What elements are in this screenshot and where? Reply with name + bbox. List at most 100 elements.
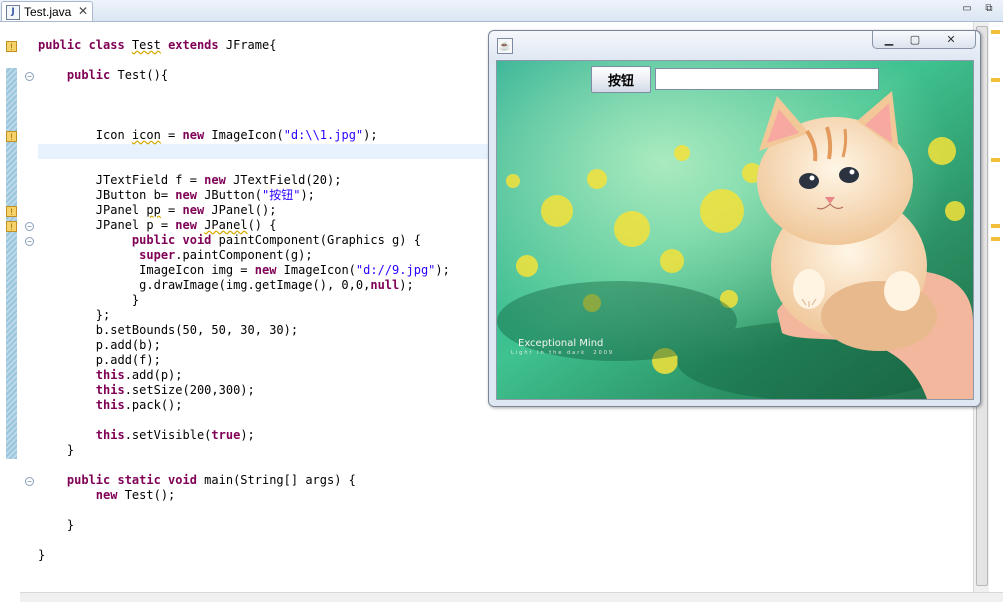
warning-marker-icon[interactable]: ! [6,221,17,232]
code-line[interactable]: JPanel pp = new JPanel(); [38,203,450,218]
code-line[interactable] [38,98,450,113]
code-line[interactable]: this.setSize(200,300); [38,383,450,398]
code-line[interactable]: } [38,548,450,563]
code-token: this [95,383,125,397]
swing-window[interactable]: ☕ ▁ ▢ ✕ 按钮 Exceptional Mind Light in the… [488,30,981,407]
code-line[interactable]: g.drawImage(img.getImage(), 0,0,null); [38,278,450,293]
code-token: Icon [38,128,132,142]
minimize-editor-icon[interactable]: ▭ [960,3,974,15]
code-token: super [139,248,176,262]
fold-collapse-icon[interactable]: − [25,237,34,246]
code-line[interactable]: super.paintComponent(g); [38,248,450,263]
overview-ruler [989,22,1003,592]
code-token: new [254,263,277,277]
warning-marker-icon[interactable]: ! [6,206,17,217]
java-app-icon[interactable]: ☕ [497,38,513,54]
code-token: .setVisible( [124,428,212,442]
code-token: ); [435,263,450,277]
fold-collapse-icon[interactable]: − [25,222,34,231]
code-token: Test [131,38,161,52]
close-tab-icon[interactable]: ✕ [78,4,88,18]
code-token: } [38,518,75,532]
code-line[interactable] [38,113,450,128]
jtextfield[interactable] [655,68,879,90]
image-panel: 按钮 Exceptional Mind Light in the dark 20… [496,60,974,400]
code-line[interactable]: this.pack(); [38,398,450,413]
code-line[interactable]: JPanel p = new JPanel() { [38,218,450,233]
code-line[interactable]: b.setBounds(50, 50, 30, 30); [38,323,450,338]
fold-collapse-icon[interactable]: − [25,477,34,486]
code-line[interactable]: public static void main(String[] args) { [38,473,450,488]
code-line[interactable]: public void paintComponent(Graphics g) { [38,233,450,248]
maximize-editor-icon[interactable]: ⧉ [982,3,996,15]
code-token: public class [38,38,132,52]
fold-collapse-icon[interactable]: − [25,72,34,81]
code-line[interactable] [38,413,450,428]
code-line[interactable]: } [38,443,450,458]
code-token: "d://9.jpg" [355,263,436,277]
overview-warning-mark[interactable] [991,237,1000,241]
minimize-icon[interactable]: ▁ [877,32,901,47]
code-token: true [211,428,241,442]
warning-marker-icon[interactable]: ! [6,131,17,142]
code-token: "按钮" [262,188,301,202]
code-editor[interactable]: public class Test extends JFrame{ public… [38,38,450,563]
code-line[interactable]: new Test(); [38,488,450,503]
code-line[interactable] [38,143,450,158]
overview-warning-mark[interactable] [991,224,1000,228]
close-icon[interactable]: ✕ [929,32,973,47]
code-line[interactable] [38,53,450,68]
code-line[interactable]: this.add(p); [38,368,450,383]
code-line[interactable]: public Test(){ [38,68,450,83]
code-token: JPanel p = [38,218,176,232]
warning-marker-icon[interactable]: ! [6,41,17,52]
code-token: } [38,548,46,562]
code-line[interactable]: JTextField f = new JTextField(20); [38,173,450,188]
code-line[interactable]: }; [38,308,450,323]
tab-test-java[interactable]: J Test.java ✕ [1,1,93,21]
overview-warning-mark[interactable] [991,30,1000,34]
code-token: ); [363,128,378,142]
code-token: this [95,398,125,412]
jbutton[interactable]: 按钮 [591,66,651,93]
code-line[interactable] [38,83,450,98]
maximize-icon[interactable]: ▢ [903,32,927,47]
code-token: .add(p); [124,368,183,382]
code-token: JTextField f = [38,173,205,187]
code-line[interactable]: ImageIcon img = new ImageIcon("d://9.jpg… [38,263,450,278]
overview-warning-mark[interactable] [991,78,1000,82]
code-line[interactable]: this.setVisible(true); [38,428,450,443]
code-line[interactable]: Icon icon = new ImageIcon("d:\\1.jpg"); [38,128,450,143]
code-line[interactable]: JButton b= new JButton("按钮"); [38,188,450,203]
code-token: null [370,278,400,292]
code-line[interactable] [38,533,450,548]
code-token: JPanel(); [204,203,277,217]
code-line[interactable]: } [38,518,450,533]
code-line[interactable]: } [38,293,450,308]
code-token: .pack(); [124,398,183,412]
code-line[interactable]: public class Test extends JFrame{ [38,38,450,53]
code-token: ); [399,278,414,292]
code-token: () { [247,218,277,232]
code-token: new [95,488,118,502]
code-line[interactable] [38,503,450,518]
overview-warning-mark[interactable] [991,158,1000,162]
code-token: new [182,128,205,142]
code-line[interactable] [38,458,450,473]
code-token: ImageIcon( [276,263,356,277]
code-token: = [160,203,183,217]
watermark-title: Exceptional Mind [518,338,604,349]
code-line[interactable]: p.add(f); [38,353,450,368]
quick-diff-change-bar [6,68,17,459]
code-token: JPanel [204,218,248,232]
code-token: new [175,218,197,232]
code-line[interactable] [38,158,450,173]
code-token: p.add(f); [38,353,161,367]
code-token: public static void [66,473,197,487]
code-line[interactable]: p.add(b); [38,338,450,353]
